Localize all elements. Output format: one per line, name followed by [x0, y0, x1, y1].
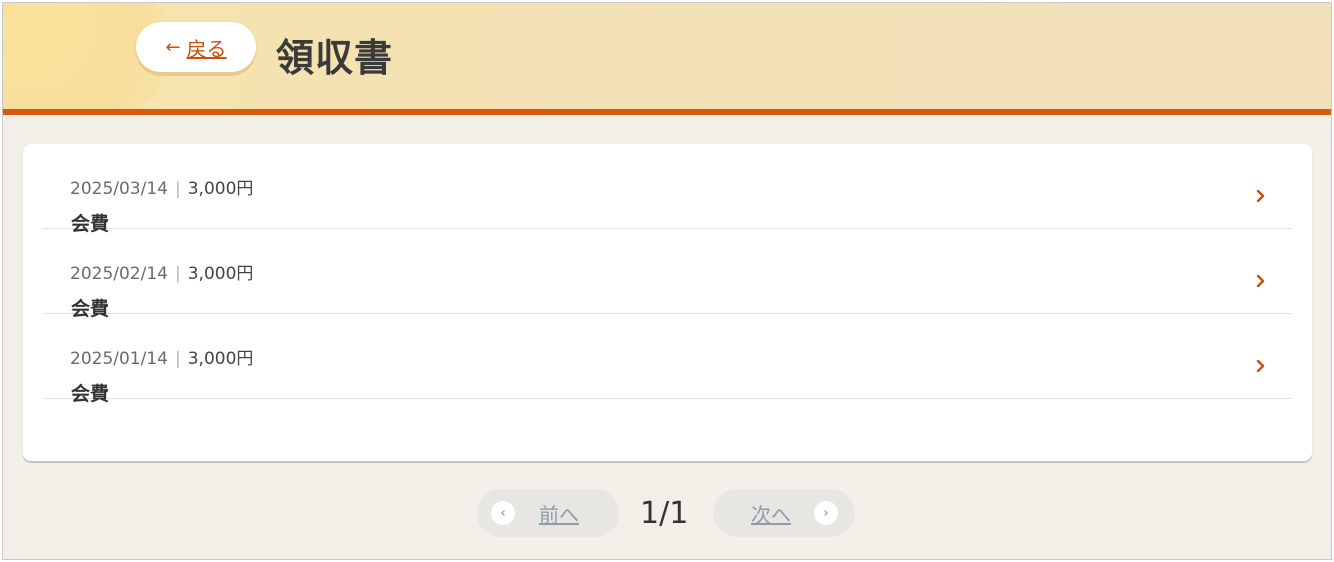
receipt-meta: 2025/02/14 | 3,000円 — [70, 259, 253, 284]
receipt-row-1[interactable]: 2025/02/14 | 3,000円 会費 — [43, 229, 1292, 320]
receipt-date: 2025/03/14 — [70, 179, 168, 199]
chevron-right-icon — [1256, 190, 1265, 202]
chevron-left-icon: ‹ — [491, 501, 515, 525]
receipt-name: 会費 — [71, 383, 110, 405]
receipt-row-2[interactable]: 2025/01/14 | 3,000円 会費 — [43, 314, 1292, 405]
prev-page-label: 前へ — [539, 502, 579, 527]
back-button-label: 戻る — [186, 36, 227, 61]
page-indicator: 1/1 — [640, 496, 689, 531]
receipt-amount: 3,000円 — [187, 179, 254, 199]
receipt-amount: 3,000円 — [187, 349, 254, 369]
receipt-separator: | — [174, 264, 181, 284]
receipt-row-0[interactable]: 2025/03/14 | 3,000円 会費 — [43, 144, 1292, 235]
app-frame: ← 戻る 領収書 2025/03/14 | 3,000円 会費 2025/02/14… — [2, 2, 1332, 560]
page-title: 領収書 — [276, 36, 394, 80]
receipt-separator: | — [174, 179, 181, 199]
back-button[interactable]: ← 戻る — [136, 22, 256, 72]
chevron-right-icon: › — [814, 501, 838, 525]
receipt-list: 2025/03/14 | 3,000円 会費 2025/02/14 | 3,000円 会… — [23, 144, 1312, 461]
arrow-left-icon: ← — [165, 36, 181, 58]
receipt-meta: 2025/01/14 | 3,000円 — [70, 344, 253, 369]
prev-page-button[interactable]: ‹ 前へ — [477, 489, 619, 537]
next-page-button[interactable]: 次へ › — [713, 489, 855, 537]
receipt-meta: 2025/03/14 | 3,000円 — [70, 174, 253, 199]
header-accent-bar — [3, 109, 1331, 115]
chevron-right-icon — [1256, 360, 1265, 372]
page-header: ← 戻る 領収書 — [3, 3, 1331, 109]
receipt-amount: 3,000円 — [187, 264, 254, 284]
receipt-separator: | — [174, 349, 181, 369]
next-page-label: 次へ — [751, 502, 791, 527]
receipt-date: 2025/01/14 — [70, 349, 168, 369]
receipt-date: 2025/02/14 — [70, 264, 168, 284]
chevron-right-icon — [1256, 275, 1265, 287]
